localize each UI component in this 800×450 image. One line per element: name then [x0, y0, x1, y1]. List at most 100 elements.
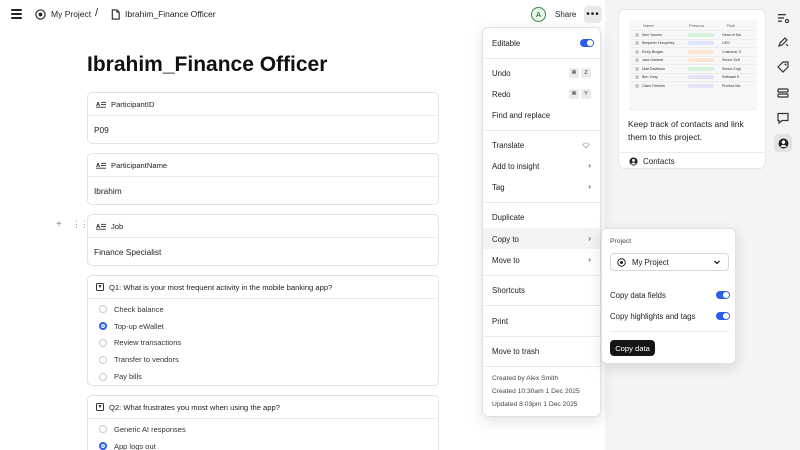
field-value[interactable]: Ibrahim — [88, 177, 438, 196]
drag-handle-icon[interactable]: ⋮⋮ — [72, 219, 89, 230]
field-header: A Job — [88, 215, 438, 238]
created-date-text: Created 10:30am 1 Dec 2025 — [492, 388, 580, 395]
contacts-link-label: Contacts — [643, 157, 675, 166]
list-filter-icon[interactable] — [776, 11, 790, 25]
avatar[interactable]: A — [531, 7, 546, 22]
breadcrumb-document[interactable]: Ibrahim_Finance Officer — [125, 9, 216, 19]
field-value[interactable]: Finance Specialist — [88, 238, 438, 257]
option-label: Generic AI responses — [114, 424, 186, 434]
top-bar: My Project / Ibrahim_Finance Officer A S… — [0, 0, 610, 30]
highlight-icon[interactable] — [776, 35, 790, 49]
option-item[interactable]: Pay bills — [88, 368, 438, 385]
chevron-right-icon: › — [588, 182, 591, 191]
preview-col: Role — [727, 23, 736, 28]
tag-icon[interactable] — [776, 60, 790, 74]
preview-row: Benjamin Humphrey CEO — [629, 38, 757, 48]
radio-button[interactable] — [99, 372, 107, 381]
menu-item-undo[interactable]: Undo — [492, 69, 511, 78]
chevron-down-icon — [714, 260, 720, 265]
contacts-card: Name Persona Role Alex Younes Head of Sal… — [618, 9, 766, 169]
option-list: Generic AI responses App logs out — [88, 419, 438, 450]
copy-to-submenu: Project My Project Copy data fields Copy… — [601, 228, 736, 364]
radio-button[interactable] — [99, 305, 107, 314]
project-select-value: My Project — [632, 257, 669, 267]
option-item[interactable]: App logs out — [88, 438, 438, 450]
field-card-participant-id: A ParticipantID P09 — [87, 92, 439, 144]
copy-data-fields-toggle[interactable] — [716, 291, 730, 299]
field-card-participant-name: A ParticipantName Ibrahim — [87, 153, 439, 205]
menu-item-add-to-insight[interactable]: Add to insight — [492, 162, 539, 171]
radio-button-selected[interactable] — [99, 442, 107, 450]
preview-row: Jack Gardner Senior Soft — [629, 55, 757, 65]
breadcrumb-separator: / — [95, 7, 99, 19]
more-options-button[interactable]: ••• — [584, 6, 602, 23]
field-card-job: A Job Finance Specialist — [87, 214, 439, 266]
copy-data-fields-label: Copy data fields — [610, 291, 666, 300]
option-label: Transfer to vendors — [114, 355, 179, 365]
radio-button[interactable] — [99, 338, 107, 347]
option-item[interactable]: Check balance — [88, 301, 438, 318]
field-label: ParticipantID — [111, 99, 155, 109]
chevron-right-icon: › — [588, 234, 591, 243]
menu-item-tag[interactable]: Tag — [492, 183, 505, 192]
menu-item-print[interactable]: Print — [492, 317, 508, 326]
single-choice-icon: ▼ — [96, 403, 104, 411]
menu-item-move-to-trash[interactable]: Move to trash — [492, 347, 539, 356]
menu-divider — [483, 305, 602, 306]
option-label: Check balance — [114, 304, 164, 314]
option-item[interactable]: Transfer to vendors — [88, 351, 438, 368]
field-label: Job — [111, 221, 124, 231]
stack-icon[interactable] — [776, 86, 790, 100]
option-item[interactable]: Generic AI responses — [88, 421, 438, 438]
comment-icon[interactable] — [776, 111, 790, 125]
option-item[interactable]: Review transactions — [88, 335, 438, 352]
single-choice-icon: ▼ — [96, 283, 104, 291]
contacts-button[interactable]: Contacts — [619, 152, 765, 168]
project-select[interactable]: My Project — [610, 253, 729, 271]
menu-divider — [483, 202, 602, 203]
editable-toggle[interactable] — [580, 39, 594, 47]
updated-date-text: Updated 8:03pm 1 Dec 2025 — [492, 401, 578, 408]
option-item[interactable]: Top-up eWallet — [88, 318, 438, 335]
share-button[interactable]: Share — [555, 10, 576, 19]
menu-divider — [483, 275, 602, 276]
menu-divider — [483, 366, 602, 367]
copy-highlights-toggle[interactable] — [716, 312, 730, 320]
copy-data-button[interactable]: Copy data — [610, 340, 655, 356]
radio-button[interactable] — [99, 355, 107, 364]
preview-row: Claire Fletcher Product Ma — [629, 81, 757, 90]
preview-col: Name — [643, 23, 654, 28]
menu-item-editable[interactable]: Editable — [492, 39, 520, 48]
text-field-icon: A — [96, 101, 106, 108]
field-header: A ParticipantName — [88, 154, 438, 177]
undo-shortcut: ⌘ Z — [567, 67, 591, 78]
question-card-q1: ▼ Q1: What is your most frequent activit… — [87, 275, 439, 386]
menu-item-find-replace[interactable]: Find and replace — [492, 111, 550, 120]
menu-item-shortcuts[interactable]: Shortcuts — [492, 286, 525, 295]
menu-item-move-to[interactable]: Move to — [492, 256, 520, 265]
option-label: Review transactions — [114, 338, 182, 348]
question-label: Q2: What frustrates you most when using … — [109, 402, 280, 412]
contacts-description: Keep track of contacts and link them to … — [628, 119, 744, 142]
breadcrumb-project[interactable]: My Project — [51, 9, 91, 19]
preview-row: Emily Brogan Customer S — [629, 47, 757, 56]
page-title[interactable]: Ibrahim_Finance Officer — [87, 53, 327, 77]
project-label: Project — [610, 238, 632, 245]
menu-item-copy-to[interactable]: Copy to — [492, 235, 519, 244]
chevron-right-icon: › — [588, 255, 591, 264]
question-label: Q1: What is your most frequent activity … — [109, 282, 333, 292]
project-icon — [617, 257, 626, 267]
preview-header: Name Persona Role — [629, 20, 757, 30]
menu-icon[interactable] — [11, 9, 22, 19]
menu-item-redo[interactable]: Redo — [492, 90, 511, 99]
menu-item-translate[interactable]: Translate — [492, 141, 524, 150]
radio-button-selected[interactable] — [99, 322, 107, 331]
contacts-preview: Name Persona Role Alex Younes Head of Sal… — [629, 20, 757, 110]
field-label: ParticipantName — [111, 160, 168, 170]
menu-item-duplicate[interactable]: Duplicate — [492, 213, 525, 222]
contacts-panel-button[interactable] — [774, 134, 792, 152]
app: My Project / Ibrahim_Finance Officer A S… — [0, 0, 800, 450]
field-value[interactable]: P09 — [88, 116, 438, 135]
add-block-icon[interactable]: + — [56, 219, 62, 230]
radio-button[interactable] — [99, 425, 107, 434]
